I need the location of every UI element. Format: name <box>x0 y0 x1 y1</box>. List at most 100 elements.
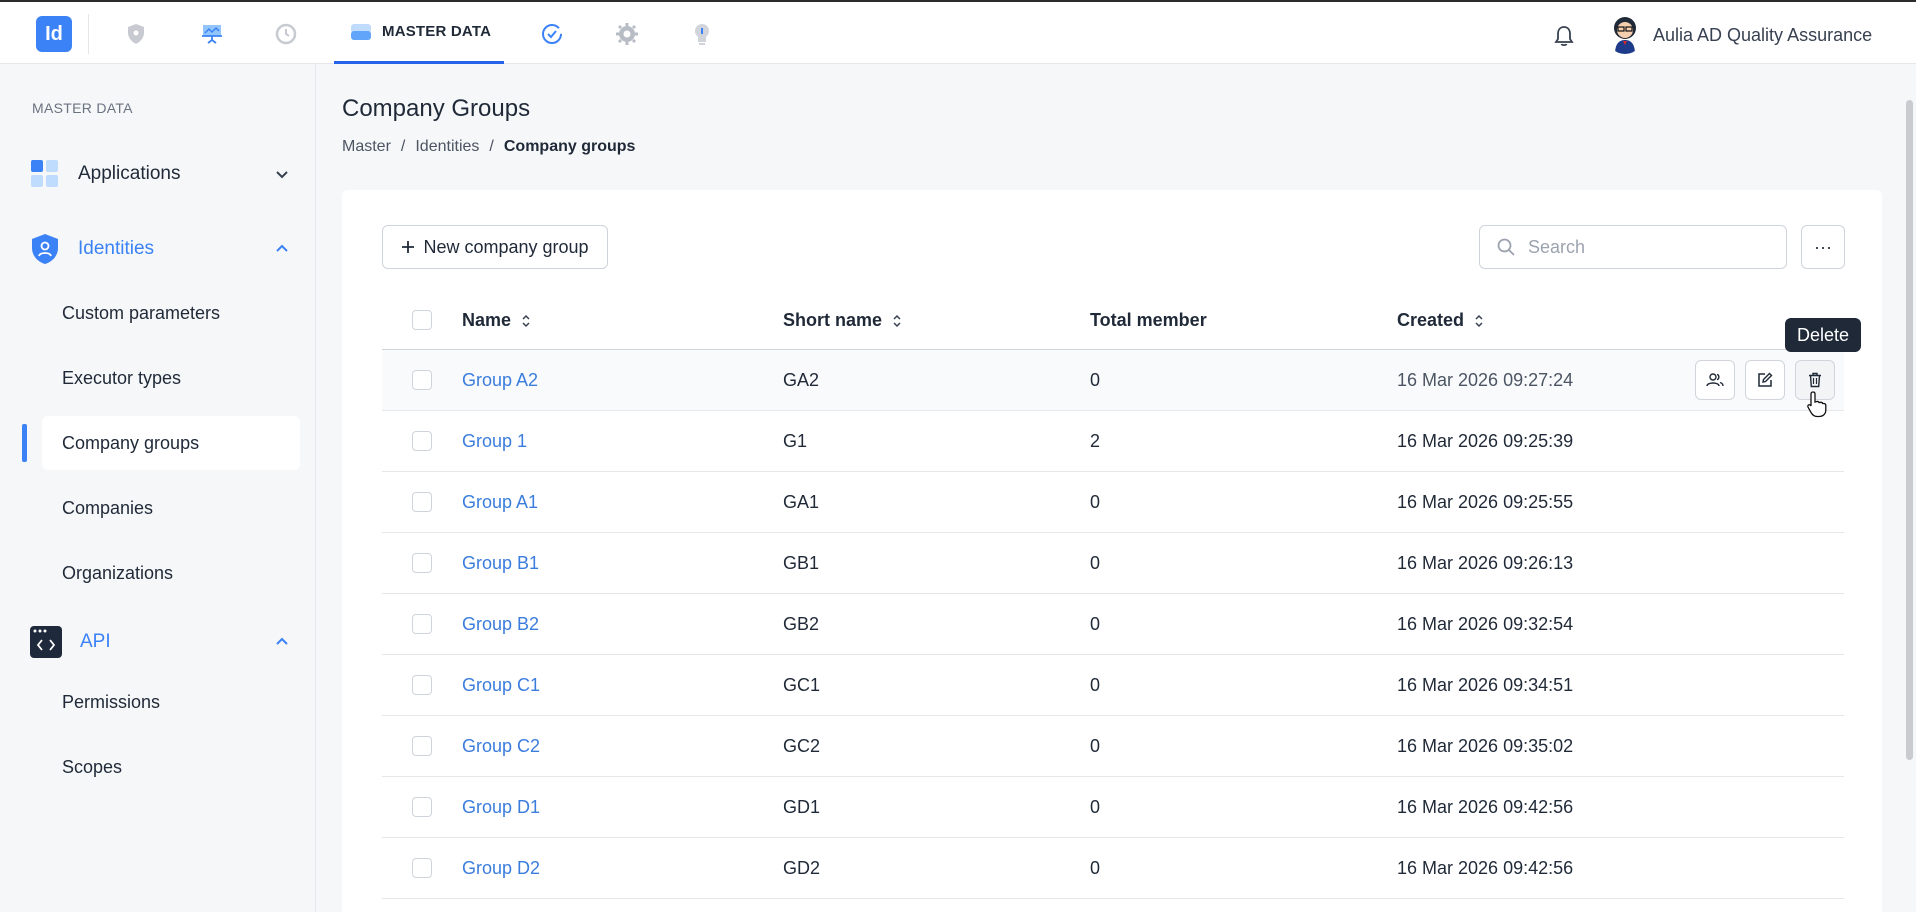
group-created: 16 Mar 2026 09:27:24 <box>1397 370 1574 390</box>
sidebar-group-label: Identities <box>78 238 155 259</box>
group-short-name: G1 <box>783 431 808 451</box>
plus-icon <box>402 241 415 253</box>
more-options-button[interactable]: ··· <box>1801 225 1845 269</box>
group-name-link[interactable]: Group D2 <box>462 858 540 879</box>
search-icon <box>1497 238 1515 256</box>
sort-icon[interactable] <box>892 314 902 328</box>
table-row[interactable]: Group C1 GC1 0 16 Mar 2026 09:34:51 <box>382 655 1844 716</box>
sidebar-item-label: Custom parameters <box>62 302 221 323</box>
tooltip-text: Delete <box>1796 324 1850 345</box>
sidebar-item-label: Executor types <box>62 367 182 388</box>
user-name[interactable]: Aulia AD Quality Assurance <box>1653 25 1872 46</box>
history-icon[interactable] <box>272 20 300 48</box>
lightbulb-icon[interactable] <box>688 20 716 48</box>
top-bar: Id MASTER DATA Aulia AD Quality Assuranc… <box>0 0 1916 64</box>
sidebar-item-label: Organizations <box>62 562 174 583</box>
tab-master-data[interactable]: MASTER DATA <box>334 2 504 64</box>
sidebar-item-custom-parameters[interactable]: Custom parameters <box>42 286 300 340</box>
sidebar-item-organizations[interactable]: Organizations <box>42 546 300 600</box>
group-total-member: 0 <box>1090 675 1101 695</box>
group-name-link[interactable]: Group B1 <box>462 553 539 574</box>
sidebar-item-permissions[interactable]: Permissions <box>42 675 300 729</box>
shield-icon[interactable] <box>122 20 150 48</box>
table-row[interactable]: Group A2 GA2 0 16 Mar 2026 09:27:24 <box>382 350 1844 411</box>
column-label: Created <box>1397 310 1465 330</box>
group-created: 16 Mar 2026 09:35:02 <box>1397 736 1574 756</box>
row-checkbox[interactable] <box>412 614 432 634</box>
group-created: 16 Mar 2026 09:25:39 <box>1397 431 1574 451</box>
table-row[interactable]: Group A1 GA1 0 16 Mar 2026 09:25:55 <box>382 472 1844 533</box>
column-header-total-member: Total member <box>1090 310 1207 331</box>
group-total-member: 0 <box>1090 492 1101 512</box>
sidebar-item-scopes[interactable]: Scopes <box>42 740 300 794</box>
breadcrumb-current: Company groups <box>503 138 636 155</box>
group-created: 16 Mar 2026 09:26:13 <box>1397 553 1574 573</box>
content-card: New company group ··· Name Short name To… <box>342 190 1882 912</box>
row-checkbox[interactable] <box>412 492 432 512</box>
sidebar-group-label: Applications <box>78 163 181 184</box>
row-checkbox[interactable] <box>412 736 432 756</box>
group-total-member: 0 <box>1090 797 1101 817</box>
group-name-link[interactable]: Group 1 <box>462 431 527 452</box>
sort-icon[interactable] <box>521 314 531 328</box>
group-name-link[interactable]: Group D1 <box>462 797 540 818</box>
group-name-link[interactable]: Group C2 <box>462 736 540 757</box>
sidebar-group-identities[interactable]: Identities <box>30 229 290 269</box>
column-label: Total member <box>1090 310 1207 330</box>
sidebar-item-company-groups[interactable]: Company groups <box>22 416 300 470</box>
edit-button[interactable] <box>1745 360 1785 400</box>
tab-label: MASTER DATA <box>382 23 492 40</box>
logo-text: Id <box>45 22 63 45</box>
group-name-link[interactable]: Group A2 <box>462 370 538 391</box>
row-checkbox[interactable] <box>412 797 432 817</box>
group-total-member: 0 <box>1090 370 1101 390</box>
gear-icon[interactable] <box>613 20 641 48</box>
scrollbar-thumb[interactable] <box>1906 100 1913 760</box>
row-checkbox[interactable] <box>412 858 432 878</box>
row-checkbox[interactable] <box>412 370 432 390</box>
breadcrumb-separator: / <box>400 138 406 155</box>
sidebar-item-label: Scopes <box>62 756 123 777</box>
column-header-short-name[interactable]: Short name <box>783 310 902 331</box>
group-name-link[interactable]: Group A1 <box>462 492 538 513</box>
group-short-name: GB2 <box>783 614 820 634</box>
table-row[interactable]: Group B1 GB1 0 16 Mar 2026 09:26:13 <box>382 533 1844 594</box>
column-header-name[interactable]: Name <box>462 310 531 331</box>
scrollbar[interactable] <box>1904 64 1914 764</box>
table-row[interactable]: Group B2 GB2 0 16 Mar 2026 09:32:54 <box>382 594 1844 655</box>
table-row[interactable]: Group D2 GD2 0 16 Mar 2026 09:42:56 <box>382 838 1844 899</box>
active-indicator <box>22 424 27 462</box>
select-all-checkbox[interactable] <box>412 310 432 330</box>
search-input[interactable] <box>1528 236 1768 258</box>
more-label: ··· <box>1814 236 1832 257</box>
table-row[interactable]: Group C2 GC2 0 16 Mar 2026 09:35:02 <box>382 716 1844 777</box>
sidebar-group-applications[interactable]: Applications <box>30 154 290 194</box>
column-header-created[interactable]: Created <box>1397 310 1484 331</box>
group-name-link[interactable]: Group C1 <box>462 675 540 696</box>
bell-icon[interactable] <box>1550 22 1578 50</box>
presentation-icon[interactable] <box>198 20 226 48</box>
row-checkbox[interactable] <box>412 431 432 451</box>
row-checkbox[interactable] <box>412 553 432 573</box>
row-checkbox[interactable] <box>412 675 432 695</box>
group-short-name: GB1 <box>783 553 820 573</box>
new-company-group-button[interactable]: New company group <box>382 225 608 269</box>
sort-icon[interactable] <box>1474 314 1484 328</box>
table-row[interactable]: Group D1 GD1 0 16 Mar 2026 09:42:56 <box>382 777 1844 838</box>
table-row[interactable]: Group 1 G1 2 16 Mar 2026 09:25:39 <box>382 411 1844 472</box>
sidebar-group-api[interactable]: API <box>30 622 290 662</box>
breadcrumb-item-master[interactable]: Master <box>342 138 391 156</box>
sidebar: MASTER DATA Applications Identities Cust… <box>0 64 316 912</box>
members-button[interactable] <box>1695 360 1735 400</box>
group-short-name: GD1 <box>783 797 821 817</box>
sidebar-item-executor-types[interactable]: Executor types <box>42 351 300 405</box>
group-total-member: 0 <box>1090 858 1101 878</box>
breadcrumb-item-identities[interactable]: Identities <box>415 138 479 156</box>
table-header: Name Short name Total member Created <box>382 290 1844 350</box>
group-name-link[interactable]: Group B2 <box>462 614 539 635</box>
avatar[interactable] <box>1606 14 1644 54</box>
app-logo[interactable]: Id <box>36 16 72 52</box>
sidebar-item-companies[interactable]: Companies <box>42 481 300 535</box>
clock-check-icon[interactable] <box>538 20 566 48</box>
search-box[interactable] <box>1479 225 1787 269</box>
